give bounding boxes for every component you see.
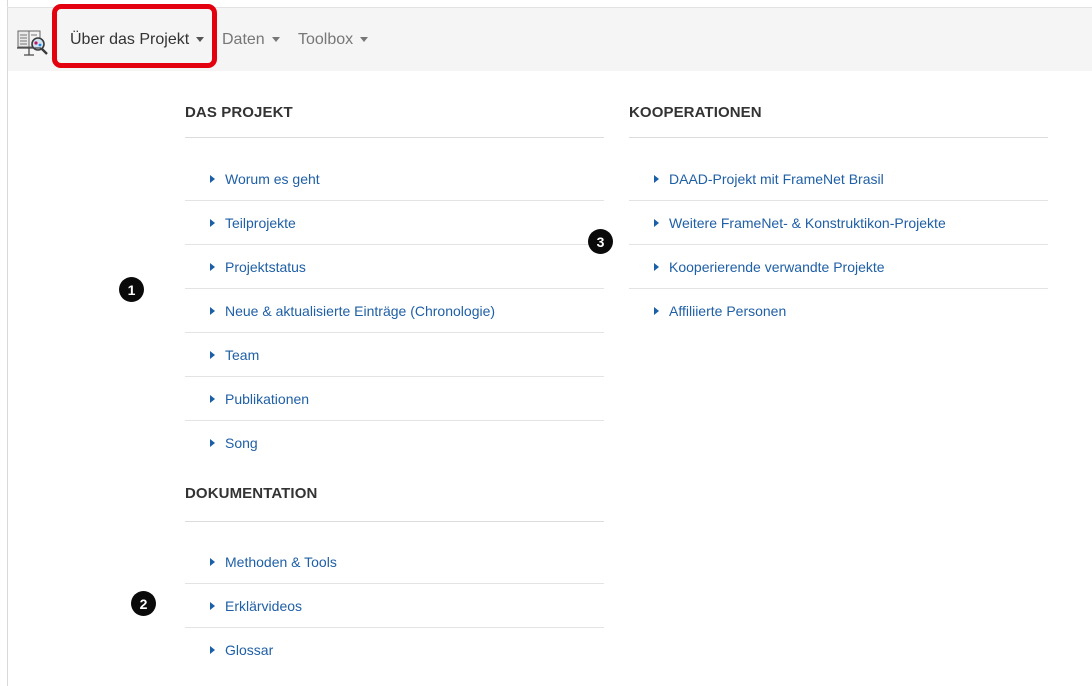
- menu-item-song[interactable]: Song: [185, 421, 604, 465]
- menu-item-label: Worum es geht: [225, 170, 320, 187]
- caret-down-icon: [360, 37, 369, 42]
- bullet-triangle-icon: [210, 394, 215, 403]
- nav-toolbox-label: Toolbox: [298, 30, 354, 48]
- menu-item-teilprojekte[interactable]: Teilprojekte: [185, 201, 604, 245]
- dokumentation-list: Methoden & Tools Erklärvideos Glossar: [185, 540, 604, 672]
- menu-item-label: Song: [225, 435, 258, 451]
- menu-item-weitere-framenet[interactable]: Weitere FrameNet- & Konstruktikon-Projek…: [629, 201, 1048, 245]
- menu-item-affiliierte-personen[interactable]: Affiliierte Personen: [629, 289, 1048, 333]
- nav-daten[interactable]: Daten: [222, 8, 280, 71]
- callout-badge-2: 2: [131, 591, 156, 616]
- bullet-triangle-icon: [210, 601, 215, 610]
- menu-item-daad-projekt[interactable]: DAAD-Projekt mit FrameNet Brasil: [629, 157, 1048, 201]
- kooperationen-list: DAAD-Projekt mit FrameNet Brasil Weitere…: [629, 157, 1048, 333]
- frame-border-left: [7, 0, 8, 686]
- menu-item-label: Publikationen: [225, 390, 310, 407]
- menu-item-label: Kooperierende verwandte Projekte: [669, 258, 885, 275]
- bullet-triangle-icon: [210, 306, 215, 315]
- bullet-triangle-icon: [210, 174, 215, 183]
- bullet-triangle-icon: [654, 218, 659, 227]
- das-projekt-list: Worum es geht Teilprojekte Projektstatus…: [185, 157, 604, 465]
- menu-item-label: Neue & aktualisierte Einträge (Chronolog…: [225, 302, 496, 319]
- caret-down-icon: [271, 37, 280, 42]
- menu-item-label: Projektstatus: [225, 258, 306, 275]
- menu-item-glossar[interactable]: Glossar: [185, 628, 604, 672]
- menu-item-label: Team: [225, 346, 260, 363]
- menu-item-label: Glossar: [225, 642, 274, 658]
- menu-item-team[interactable]: Team: [185, 333, 604, 377]
- menu-item-label: Weitere FrameNet- & Konstruktikon-Projek…: [669, 214, 946, 231]
- nav-ueber-das-projekt-label: Über das Projekt: [70, 30, 190, 48]
- bullet-triangle-icon: [654, 174, 659, 183]
- menu-item-label: Erklärvideos: [225, 597, 303, 614]
- bullet-triangle-icon: [210, 218, 215, 227]
- menu-item-label: Teilprojekte: [225, 214, 296, 231]
- callout-badge-3: 3: [588, 229, 613, 254]
- section-title-kooperationen: KOOPERATIONEN: [629, 104, 762, 121]
- menu-item-label: DAAD-Projekt mit FrameNet Brasil: [669, 170, 884, 187]
- menu-item-label: Methoden & Tools: [225, 553, 337, 570]
- menu-item-projektstatus[interactable]: Projektstatus: [185, 245, 604, 289]
- nav-ueber-das-projekt[interactable]: Über das Projekt: [70, 8, 205, 71]
- callout-badge-1: 1: [119, 277, 144, 302]
- menu-item-label: Affiliierte Personen: [669, 303, 787, 319]
- section-title-dokumentation: DOKUMENTATION: [185, 485, 318, 502]
- bullet-triangle-icon: [654, 262, 659, 271]
- navbar: Über das Projekt Daten Toolbox: [8, 8, 1092, 71]
- section-divider: [185, 137, 604, 138]
- bullet-triangle-icon: [210, 557, 215, 566]
- bullet-triangle-icon: [210, 646, 215, 654]
- bullet-triangle-icon: [210, 262, 215, 271]
- menu-item-neue-eintraege[interactable]: Neue & aktualisierte Einträge (Chronolog…: [185, 289, 604, 333]
- section-divider: [185, 521, 604, 522]
- nav-toolbox[interactable]: Toolbox: [298, 8, 369, 71]
- bullet-triangle-icon: [210, 350, 215, 359]
- menu-item-worum-es-geht[interactable]: Worum es geht: [185, 157, 604, 201]
- menu-item-erklaervideos[interactable]: Erklärvideos: [185, 584, 604, 628]
- caret-down-icon: [196, 37, 205, 42]
- bullet-triangle-icon: [654, 307, 659, 315]
- menu-item-kooperierende-projekte[interactable]: Kooperierende verwandte Projekte: [629, 245, 1048, 289]
- book-magnifier-icon[interactable]: [17, 27, 49, 57]
- nav-daten-label: Daten: [222, 30, 265, 48]
- menu-item-methoden-tools[interactable]: Methoden & Tools: [185, 540, 604, 584]
- section-divider: [629, 137, 1048, 138]
- menu-item-publikationen[interactable]: Publikationen: [185, 377, 604, 421]
- section-title-das-projekt: DAS PROJEKT: [185, 104, 293, 121]
- bullet-triangle-icon: [210, 439, 215, 447]
